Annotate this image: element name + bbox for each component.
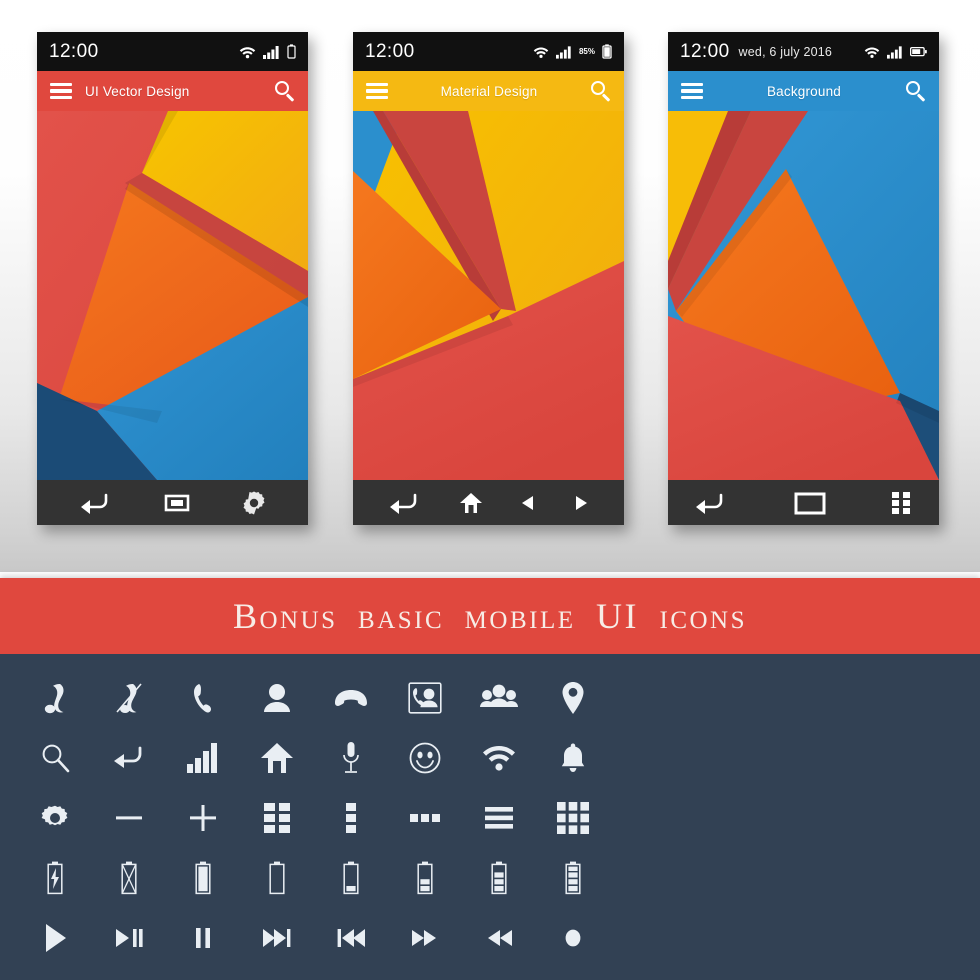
battery-high-icon[interactable] <box>563 861 583 895</box>
hamburger-icon[interactable] <box>484 806 514 830</box>
search-icon[interactable] <box>590 80 611 102</box>
status-bar-3: 12:00 wed, 6 july 2016 <box>668 32 939 71</box>
signal-icon <box>887 45 902 59</box>
grid-3x3-icon[interactable] <box>557 802 589 834</box>
status-bar-2: 12:00 85% <box>353 32 624 71</box>
location-pin-icon[interactable] <box>561 681 585 715</box>
app-bar-1: UI Vector Design <box>37 71 308 111</box>
app-bar-title: Background <box>766 83 842 99</box>
phone-icon[interactable] <box>40 682 70 714</box>
phone-mockup-2: 12:00 85% Material Design <box>353 32 624 525</box>
status-icons: 85% <box>533 44 612 59</box>
minus-icon[interactable] <box>114 803 144 833</box>
status-time: 12:00 <box>680 40 730 62</box>
dots-vertical-icon[interactable] <box>345 802 357 834</box>
signal-icon <box>555 45 571 59</box>
hamburger-icon[interactable] <box>366 83 388 99</box>
status-icons <box>864 45 927 59</box>
back-icon[interactable] <box>694 491 728 515</box>
pause-icon[interactable] <box>194 927 212 949</box>
bonus-banner: Bonus basic mobile UI icons <box>0 578 980 654</box>
bonus-banner-title: Bonus basic mobile UI icons <box>232 596 748 636</box>
battery-half-icon[interactable] <box>415 861 435 895</box>
battery-full-icon[interactable] <box>193 861 213 895</box>
gear-icon[interactable] <box>40 803 70 833</box>
nav-bar-2 <box>353 480 624 525</box>
signal-icon <box>263 45 279 59</box>
battery-icon <box>602 44 612 59</box>
skip-next-icon[interactable] <box>262 927 292 949</box>
recents-square-icon[interactable] <box>164 493 190 513</box>
battery-three-quarter-icon[interactable] <box>489 861 509 895</box>
hamburger-icon[interactable] <box>681 83 703 99</box>
phone-mockup-1: 12:00 UI Vector Design <box>37 32 308 525</box>
contact-card-icon[interactable] <box>408 682 442 714</box>
play-pause-icon[interactable] <box>114 927 144 949</box>
battery-icon <box>287 44 296 59</box>
microphone-icon[interactable] <box>341 741 361 775</box>
user-icon[interactable] <box>262 682 292 714</box>
dots-horizontal-icon[interactable] <box>409 812 441 824</box>
wifi-icon <box>864 46 880 58</box>
wallpaper-1 <box>37 111 308 480</box>
phone-mockup-3: 12:00 wed, 6 july 2016 Background <box>668 32 939 525</box>
battery-charging-icon[interactable] <box>45 861 65 895</box>
status-time: 12:00 <box>365 40 415 62</box>
signal-bars-icon[interactable] <box>187 743 219 773</box>
nav-bar-1 <box>37 480 308 525</box>
battery-low-icon[interactable] <box>341 861 361 895</box>
home-icon[interactable] <box>459 491 483 515</box>
back-icon[interactable] <box>388 491 422 515</box>
ui-kit-page: 12:00 UI Vector Design 12:00 85% Materia… <box>0 0 980 980</box>
app-bar-2: Material Design <box>353 71 624 111</box>
plus-icon[interactable] <box>188 803 218 833</box>
phone-handset-icon[interactable] <box>190 682 216 714</box>
skip-previous-icon[interactable] <box>336 927 366 949</box>
back-arrow-icon[interactable] <box>112 745 146 771</box>
hamburger-icon[interactable] <box>50 83 72 99</box>
next-triangle-icon[interactable] <box>573 494 589 512</box>
home-icon[interactable] <box>260 742 294 774</box>
app-bar-title: UI Vector Design <box>85 83 190 99</box>
battery-percentage: 85% <box>578 47 595 56</box>
status-icons <box>239 44 296 59</box>
wifi-icon <box>533 46 549 58</box>
phone-showcase: 12:00 UI Vector Design 12:00 85% Materia… <box>0 0 980 572</box>
fast-forward-icon[interactable] <box>411 927 439 949</box>
back-icon[interactable] <box>79 491 113 515</box>
group-icon[interactable] <box>480 683 518 713</box>
search-icon[interactable] <box>905 80 926 102</box>
apps-grid-icon[interactable] <box>891 491 913 515</box>
status-time: 12:00 <box>49 40 99 62</box>
app-bar-3: Background <box>668 71 939 111</box>
record-icon[interactable] <box>561 925 585 951</box>
wallpaper-3 <box>668 111 939 480</box>
battery-empty-icon[interactable] <box>267 861 287 895</box>
wifi-icon[interactable] <box>482 744 516 772</box>
gear-icon[interactable] <box>241 490 267 516</box>
nav-bar-3 <box>668 480 939 525</box>
phone-off-icon[interactable] <box>113 682 145 714</box>
bell-icon[interactable] <box>560 742 586 774</box>
status-date: wed, 6 july 2016 <box>738 44 833 59</box>
grid-2x3-icon[interactable] <box>263 802 291 834</box>
play-icon[interactable] <box>42 923 68 953</box>
battery-dead-icon[interactable] <box>119 861 139 895</box>
status-bar-1: 12:00 <box>37 32 308 71</box>
search-icon[interactable] <box>274 80 295 102</box>
icon-board: WEATHER LINE ICONS <box>0 654 980 980</box>
app-bar-title: Material Design <box>440 83 538 99</box>
prev-triangle-icon[interactable] <box>520 494 536 512</box>
wifi-icon <box>239 46 256 58</box>
wallpaper-2 <box>353 111 624 480</box>
battery-icon <box>910 46 927 57</box>
search-icon[interactable] <box>40 743 70 773</box>
smiley-icon[interactable] <box>409 742 441 774</box>
recents-rect-icon[interactable] <box>794 491 826 515</box>
rewind-icon[interactable] <box>485 927 513 949</box>
basic-icons-grid <box>18 668 610 968</box>
phone-hangup-icon[interactable] <box>333 686 369 710</box>
